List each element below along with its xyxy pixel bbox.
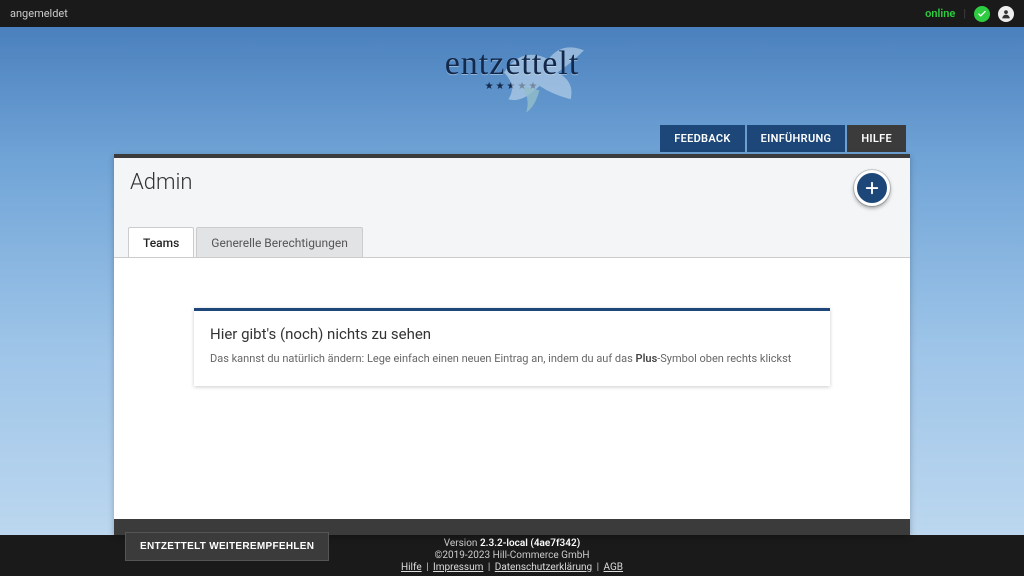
header-hero: entzettelt ★★★★★ FEEDBACK EINFÜHRUNG HIL…: [0, 27, 1024, 154]
empty-text-prefix: Das kannst du natürlich ändern: Lege ein…: [210, 352, 636, 365]
plus-icon: [863, 179, 881, 197]
version-label: Version: [444, 538, 480, 549]
main-background: Admin Teams Generelle Berechtigungen Hie…: [0, 154, 1024, 535]
tab-bar: Teams Generelle Berechtigungen: [128, 227, 910, 258]
footer-link-imprint[interactable]: Impressum: [433, 562, 483, 573]
empty-state-title: Hier gibt's (noch) nichts zu sehen: [210, 325, 814, 343]
empty-text-bold: Plus: [636, 352, 658, 365]
footer-link-help[interactable]: Hilfe: [401, 562, 422, 573]
footer-copyright: ©2019-2023 Hill-Commerce GmbH: [435, 550, 590, 561]
nav-help[interactable]: HILFE: [847, 125, 906, 152]
system-topbar: angemeldet online |: [0, 0, 1024, 27]
online-status-label: online: [925, 7, 955, 20]
empty-state-text: Das kannst du natürlich ändern: Lege ein…: [210, 351, 814, 368]
footer-link-privacy[interactable]: Datenschutzerklärung: [495, 562, 592, 573]
page-title: Admin: [130, 170, 193, 195]
footer-links: Hilfe | Impressum | Datenschutzerklärung…: [401, 562, 623, 573]
brand-name: entzettelt: [445, 45, 580, 83]
empty-state-card: Hier gibt's (noch) nichts zu sehen Das k…: [194, 308, 830, 386]
footer-version: Version 2.3.2-local (4ae7f342): [444, 538, 580, 549]
footer-link-terms[interactable]: AGB: [604, 562, 624, 573]
sync-ok-icon[interactable]: [974, 6, 990, 22]
user-menu-icon[interactable]: [998, 6, 1014, 22]
version-value: 2.3.2-local (4ae7f342): [480, 538, 580, 549]
nav-feedback[interactable]: FEEDBACK: [660, 125, 744, 152]
nav-intro[interactable]: EINFÜHRUNG: [747, 125, 846, 152]
brand-logo[interactable]: entzettelt ★★★★★: [445, 45, 580, 92]
login-state-label: angemeldet: [10, 7, 68, 20]
tab-teams[interactable]: Teams: [128, 227, 194, 258]
top-nav: FEEDBACK EINFÜHRUNG HILFE: [660, 125, 906, 152]
empty-text-suffix: -Symbol oben rechts klickst: [657, 352, 791, 365]
status-separator: |: [963, 7, 966, 20]
main-panel: Admin Teams Generelle Berechtigungen Hie…: [114, 154, 910, 535]
tab-content: Hier gibt's (noch) nichts zu sehen Das k…: [114, 257, 910, 519]
recommend-button[interactable]: ENTZETTELT WEITEREMPFEHLEN: [125, 532, 329, 561]
add-button[interactable]: [854, 170, 890, 206]
tab-permissions[interactable]: Generelle Berechtigungen: [196, 227, 363, 258]
